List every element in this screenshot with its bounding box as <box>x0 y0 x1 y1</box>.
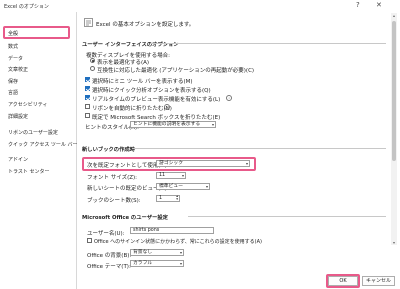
sidebar-item-data[interactable]: データ <box>8 55 23 62</box>
dropdown-arrow-icon: ▾ <box>245 161 248 166</box>
checkbox-collapse-search[interactable] <box>85 113 90 118</box>
dropdown-arrow-icon: ▾ <box>179 261 182 266</box>
office-background-label: Office の背景(B): <box>87 253 132 259</box>
sidebar-item-customize-ribbon[interactable]: リボンのユーザー設定 <box>8 129 58 136</box>
sidebar: 全般 数式 データ 文章校正 保存 言語 アクセシビリティ 詳細設定 リボンのユ… <box>0 12 78 289</box>
scroll-up-icon[interactable]: ▴ <box>391 13 397 18</box>
sidebar-item-quick-access-toolbar[interactable]: クイック アクセス ツール バー <box>8 141 78 148</box>
sidebar-item-formulas[interactable]: 数式 <box>8 43 18 50</box>
office-theme-dropdown[interactable]: カラフル ▾ <box>130 260 184 267</box>
sheet-count-value: 1 <box>159 196 163 201</box>
info-icon: i <box>226 95 232 101</box>
divider <box>150 43 386 44</box>
username-value: shirts pons <box>133 228 160 233</box>
dropdown-arrow-icon: ▾ <box>181 173 184 178</box>
sidebar-item-proofing[interactable]: 文章校正 <box>8 66 28 73</box>
checkbox-mini-toolbar[interactable] <box>85 77 90 82</box>
checkbox-collapse-ribbon[interactable] <box>85 104 90 109</box>
font-size-label: フォント サイズ(Z): <box>87 175 137 181</box>
divider <box>132 148 386 149</box>
font-size-value: 11 <box>159 173 166 178</box>
checkbox-collapse-search-label[interactable]: 既定で Microsoft Search ボックスを折りたたむ(E) <box>92 113 220 121</box>
close-icon[interactable]: ✕ <box>376 1 382 9</box>
default-font-value: 游ゴシック <box>159 161 183 166</box>
radio-optimize-appearance-label[interactable]: 表示を最適化する(A) <box>97 58 149 66</box>
office-background-value: 背景なし <box>133 250 153 255</box>
username-input[interactable]: shirts pons <box>130 227 214 234</box>
stepper-arrows-icon[interactable]: ▴ ▾ <box>176 194 178 201</box>
checkbox-collapse-ribbon-label[interactable]: リボンを自動的に折りたたむ(N) <box>92 104 172 112</box>
sidebar-item-accessibility[interactable]: アクセシビリティ <box>8 101 47 108</box>
sheet-count-stepper[interactable]: 1 ▴ ▾ <box>156 194 180 202</box>
font-size-dropdown[interactable]: 11 ▾ <box>156 172 186 179</box>
tooltip-style-value: ヒントに機能の説明を表示する <box>133 122 201 127</box>
scrollbar-thumb[interactable] <box>392 21 396 161</box>
checkbox-mini-toolbar-label[interactable]: 選択時にミニ ツール バーを表示する(M) <box>92 77 193 85</box>
checkbox-live-preview[interactable] <box>85 95 90 100</box>
new-workbook-heading: 新しいブックの作成時 <box>82 147 135 153</box>
help-icon[interactable]: ? <box>356 1 360 9</box>
checkbox-quick-analysis-label[interactable]: 選択時にクイック分析オプションを表示する(Q) <box>92 86 211 94</box>
office-background-dropdown[interactable]: 背景なし ▾ <box>130 249 184 256</box>
radio-optimize-appearance[interactable] <box>90 58 95 63</box>
cancel-button[interactable]: キャンセル <box>362 276 395 286</box>
sheet-count-label: ブックのシート数(S): <box>87 198 141 204</box>
sidebar-item-trust-center[interactable]: トラスト センター <box>8 168 50 175</box>
default-font-dropdown[interactable]: 游ゴシック ▾ <box>156 160 250 167</box>
window-title: Excel のオプション <box>4 4 49 10</box>
radio-optimize-compatibility[interactable] <box>90 66 95 71</box>
username-label: ユーザー名(U): <box>87 231 125 237</box>
scrollbar[interactable]: ▴ ▾ <box>391 13 397 245</box>
office-theme-label: Office テーマ(T): <box>87 264 131 270</box>
radio-optimize-compatibility-label[interactable]: 互換性に対応した最適化 (アプリケーションの再起動が必要)(C) <box>97 66 254 74</box>
divider <box>188 216 386 217</box>
office-theme-value: カラフル <box>133 261 153 266</box>
title-bar: Excel のオプション ? ✕ <box>0 0 400 12</box>
checkbox-quick-analysis[interactable] <box>85 86 90 91</box>
default-view-dropdown[interactable]: 標準ビュー ▾ <box>156 183 210 190</box>
info-icon: i <box>164 104 170 110</box>
ui-options-heading: ユーザー インターフェイスのオプション <box>82 42 179 48</box>
ok-button[interactable]: OK <box>328 276 358 286</box>
checkbox-live-preview-label[interactable]: リアルタイムのプレビュー表示機能を有効にする(L) <box>92 95 220 103</box>
sidebar-item-addins[interactable]: アドイン <box>8 156 28 163</box>
scroll-down-icon[interactable]: ▾ <box>391 240 397 245</box>
dropdown-arrow-icon: ▾ <box>179 250 182 255</box>
dropdown-arrow-icon: ▾ <box>205 184 208 189</box>
office-settings-heading: Microsoft Office のユーザー設定 <box>82 215 168 221</box>
checkbox-always-use[interactable] <box>87 238 92 243</box>
sidebar-item-general[interactable]: 全般 <box>8 30 18 37</box>
sidebar-item-language[interactable]: 言語 <box>8 89 18 96</box>
options-icon <box>84 18 93 27</box>
sidebar-item-advanced[interactable]: 詳細設定 <box>8 113 28 120</box>
checkbox-always-use-label[interactable]: Office へのサインイン状態にかかわらず、常にこれらの設定を使用する(A) <box>94 238 262 245</box>
sidebar-item-save[interactable]: 保存 <box>8 78 18 85</box>
tooltip-style-dropdown[interactable]: ヒントに機能の説明を表示する ▾ <box>130 121 216 128</box>
header-text: Excel の基本オプションを設定します。 <box>96 22 195 28</box>
dropdown-arrow-icon: ▾ <box>211 122 214 127</box>
default-view-value: 標準ビュー <box>159 184 183 189</box>
